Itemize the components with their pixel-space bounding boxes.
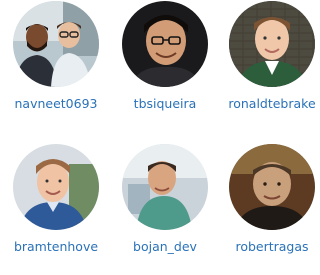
username-link[interactable]: bojan_dev [113,239,217,255]
username-link[interactable]: robertragas [220,239,320,255]
user-photo-icon [13,1,99,87]
user-card-ronaldtebrake[interactable]: ronaldtebrake [220,1,320,112]
user-card-tbsiqueira[interactable]: tbsiqueira [113,1,217,112]
user-photo-icon [229,1,315,87]
user-photo-icon [229,144,315,230]
user-card-bramtenhove[interactable]: bramtenhove [4,144,108,255]
username-link[interactable]: ronaldtebrake [220,96,320,112]
avatar[interactable] [122,144,208,230]
avatar[interactable] [122,1,208,87]
user-photo-icon [13,144,99,230]
avatar[interactable] [229,1,315,87]
username-link[interactable]: tbsiqueira [113,96,217,112]
user-photo-icon [122,144,208,230]
username-link[interactable]: bramtenhove [4,239,108,255]
user-card-bojan_dev[interactable]: bojan_dev [113,144,217,255]
avatar[interactable] [13,1,99,87]
username-link[interactable]: navneet0693 [4,96,108,112]
avatar[interactable] [13,144,99,230]
user-avatar-grid: navneet0693 tbsiqueira ronaldtebrake bra… [0,0,316,275]
avatar[interactable] [229,144,315,230]
user-photo-icon [122,1,208,87]
user-card-robertragas[interactable]: robertragas [220,144,320,255]
user-card-navneet0693[interactable]: navneet0693 [4,1,108,112]
